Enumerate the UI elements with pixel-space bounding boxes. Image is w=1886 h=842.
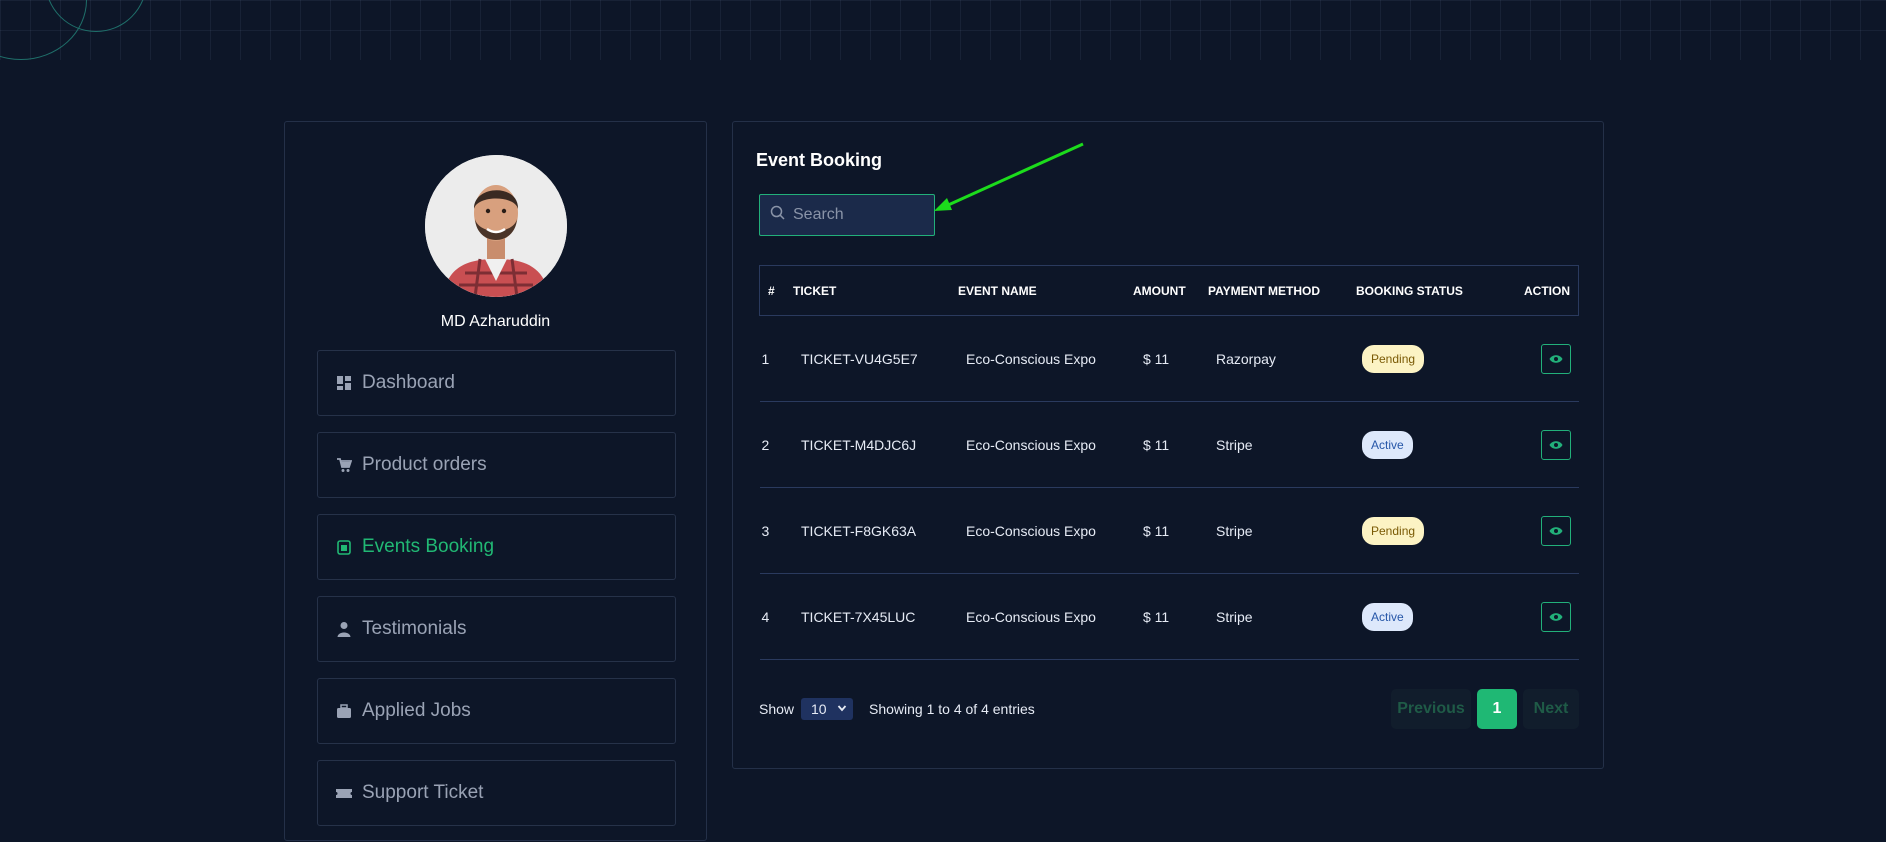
event-booking-card: Event Booking # TICKET EVENT NAME AMOUNT… <box>732 121 1604 769</box>
sidebar-item-label: Dashboard <box>362 372 455 393</box>
page-1-button[interactable]: 1 <box>1477 689 1517 729</box>
column-header-number: # <box>759 265 793 316</box>
eye-icon <box>1549 354 1562 363</box>
chevron-down-icon <box>837 705 847 712</box>
row-number: 1 <box>761 350 770 367</box>
show-label: Show <box>759 701 795 717</box>
briefcase-icon <box>336 703 352 719</box>
payment-method: Razorpay <box>1216 350 1276 367</box>
sidebar-item-dashboard[interactable]: Dashboard <box>317 350 676 416</box>
ticket-id: TICKET-M4DJC6J <box>801 436 917 453</box>
entries-info: Showing 1 to 4 of 4 entries <box>869 701 1035 717</box>
grid-background <box>0 0 1886 60</box>
table-row: 4 TICKET-7X45LUC Eco-Conscious Expo $ 11… <box>759 574 1579 660</box>
column-header-booking-status: BOOKING STATUS <box>1356 265 1496 316</box>
page-size-value: 10 <box>811 701 827 717</box>
user-name: MD Azharuddin <box>440 313 551 330</box>
status-badge: Active <box>1362 430 1413 459</box>
view-button[interactable] <box>1540 601 1571 632</box>
table-row: 3 TICKET-F8GK63A Eco-Conscious Expo $ 11… <box>759 488 1579 574</box>
ticket-icon <box>336 785 352 801</box>
amount: $ 11 <box>1143 350 1170 367</box>
sidebar-item-product-orders[interactable]: Product orders <box>317 432 676 498</box>
user-icon <box>336 621 352 637</box>
event-name: Eco-Conscious Expo <box>966 436 1096 453</box>
payment-method: Stripe <box>1216 436 1253 453</box>
eye-icon <box>1549 526 1562 535</box>
sidebar-menu: Dashboard Product orders Events Booking … <box>317 350 676 842</box>
column-header-ticket: TICKET <box>793 265 958 316</box>
column-header-event-name: EVENT NAME <box>958 265 1133 316</box>
page-size-select[interactable]: 10 <box>801 698 853 720</box>
sidebar-item-label: Product orders <box>362 454 487 475</box>
previous-button[interactable]: Previous <box>1391 689 1471 729</box>
view-button[interactable] <box>1540 429 1571 460</box>
search-box[interactable] <box>759 194 935 236</box>
sidebar-item-applied-jobs[interactable]: Applied Jobs <box>317 678 676 744</box>
dashboard-icon <box>336 375 352 391</box>
event-name: Eco-Conscious Expo <box>966 350 1096 367</box>
table-row: 1 TICKET-VU4G5E7 Eco-Conscious Expo $ 11… <box>759 316 1579 402</box>
status-badge: Pending <box>1362 516 1425 545</box>
avatar <box>425 155 567 297</box>
calendar-icon <box>336 539 352 555</box>
sidebar-item-label: Events Booking <box>362 536 495 557</box>
amount: $ 11 <box>1143 436 1170 453</box>
view-button[interactable] <box>1540 515 1571 546</box>
pagination: Previous 1 Next <box>1391 689 1579 729</box>
page-title: Event Booking <box>756 150 883 170</box>
row-number: 4 <box>761 608 770 625</box>
eye-icon <box>1549 612 1562 621</box>
amount: $ 11 <box>1143 522 1170 539</box>
ticket-id: TICKET-F8GK63A <box>801 522 917 539</box>
sidebar-item-label: Applied Jobs <box>362 700 471 721</box>
table-row: 2 TICKET-M4DJC6J Eco-Conscious Expo $ 11… <box>759 402 1579 488</box>
table-header-row: # TICKET EVENT NAME AMOUNT PAYMENT METHO… <box>759 265 1579 316</box>
sidebar-item-support-ticket[interactable]: Support Ticket <box>317 760 676 826</box>
column-header-amount: AMOUNT <box>1133 265 1208 316</box>
sidebar: MD Azharuddin Dashboard Product orders E… <box>284 121 707 841</box>
amount: $ 11 <box>1143 608 1170 625</box>
cart-icon <box>336 457 352 473</box>
search-input[interactable] <box>791 205 925 225</box>
ticket-id: TICKET-VU4G5E7 <box>801 350 918 367</box>
sidebar-item-testimonials[interactable]: Testimonials <box>317 596 676 662</box>
event-name: Eco-Conscious Expo <box>966 522 1096 539</box>
row-number: 2 <box>761 436 770 453</box>
sidebar-item-events-booking[interactable]: Events Booking <box>317 514 676 580</box>
bookings-table: # TICKET EVENT NAME AMOUNT PAYMENT METHO… <box>759 265 1579 660</box>
table-footer: Show 10 Showing 1 to 4 of 4 entries Prev… <box>759 689 1579 729</box>
row-number: 3 <box>761 522 770 539</box>
status-badge: Active <box>1362 602 1413 631</box>
column-header-action: ACTION <box>1496 265 1579 316</box>
sidebar-item-label: Support Ticket <box>362 782 484 803</box>
next-button[interactable]: Next <box>1523 689 1579 729</box>
ticket-id: TICKET-7X45LUC <box>801 608 916 625</box>
event-name: Eco-Conscious Expo <box>966 608 1096 625</box>
column-header-payment-method: PAYMENT METHOD <box>1208 265 1356 316</box>
status-badge: Pending <box>1362 344 1425 373</box>
search-icon <box>770 205 785 225</box>
payment-method: Stripe <box>1216 522 1253 539</box>
view-button[interactable] <box>1540 343 1571 374</box>
sidebar-item-label: Testimonials <box>362 618 467 639</box>
eye-icon <box>1549 440 1562 449</box>
avatar-image <box>425 155 567 297</box>
payment-method: Stripe <box>1216 608 1253 625</box>
